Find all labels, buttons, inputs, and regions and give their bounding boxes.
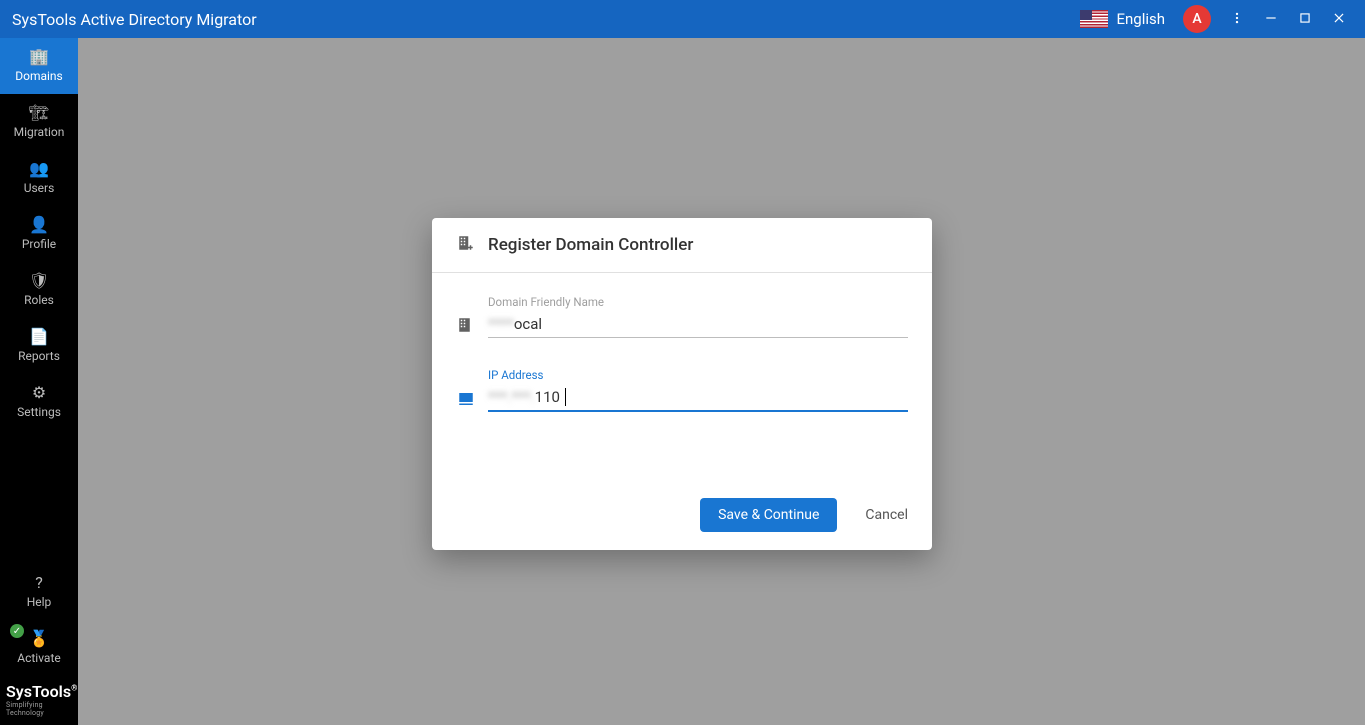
domain-name-field: Domain Friendly Name ****ocal	[456, 295, 908, 338]
domain-name-visible: ocal	[514, 315, 542, 333]
sidebar-item-help[interactable]: ? Help	[0, 564, 78, 620]
register-domain-modal: Register Domain Controller Domain Friend…	[432, 218, 932, 550]
brand-sub: Simplifying Technology	[6, 701, 78, 717]
sidebar-item-label: Reports	[18, 349, 60, 363]
maximize-icon[interactable]	[1297, 10, 1313, 29]
sidebar-item-label: Activate	[17, 651, 61, 665]
computer-icon	[456, 390, 476, 412]
sidebar-item-label: Migration	[14, 125, 65, 139]
modal-footer: Save & Continue Cancel	[432, 482, 932, 550]
sidebar: 🏢 Domains 🏗 Migration 👥 Users 👤 Profile …	[0, 38, 78, 725]
sidebar-item-profile[interactable]: 👤 Profile	[0, 206, 78, 262]
gear-icon: ⚙	[32, 385, 46, 401]
role-icon: 🛡	[29, 273, 49, 289]
badge-icon: 🏅	[29, 631, 49, 647]
sidebar-item-roles[interactable]: 🛡 Roles	[0, 262, 78, 318]
sidebar-item-label: Roles	[24, 293, 54, 307]
app-title: SysTools Active Directory Migrator	[12, 10, 257, 29]
brand-main: SysTools	[6, 682, 71, 701]
file-icon: 📄	[29, 329, 49, 345]
sidebar-item-label: Profile	[22, 237, 56, 251]
building-icon	[456, 316, 476, 338]
close-icon[interactable]	[1331, 10, 1347, 29]
save-continue-button[interactable]: Save & Continue	[700, 498, 837, 532]
users-icon: 👥	[29, 161, 49, 177]
titlebar: SysTools Active Directory Migrator Engli…	[0, 0, 1365, 38]
sidebar-item-label: Help	[27, 595, 52, 609]
language-selector[interactable]: English	[1080, 10, 1165, 28]
sidebar-item-migration[interactable]: 🏗 Migration	[0, 94, 78, 150]
sidebar-item-users[interactable]: 👥 Users	[0, 150, 78, 206]
person-icon: 👤	[29, 217, 49, 233]
domain-name-label: Domain Friendly Name	[488, 295, 908, 309]
modal-title: Register Domain Controller	[488, 235, 693, 255]
sidebar-item-settings[interactable]: ⚙ Settings	[0, 374, 78, 430]
building-icon: 🏢	[29, 49, 49, 65]
building-add-icon	[456, 234, 476, 256]
domain-name-hidden-prefix: ****	[488, 315, 514, 333]
flag-icon	[1080, 10, 1108, 28]
sidebar-item-activate[interactable]: ✓ 🏅 Activate	[0, 620, 78, 676]
sidebar-item-domains[interactable]: 🏢 Domains	[0, 38, 78, 94]
check-badge-icon: ✓	[10, 624, 24, 638]
avatar-letter: A	[1192, 11, 1201, 27]
text-cursor	[561, 388, 566, 406]
question-icon: ?	[35, 575, 43, 591]
more-icon[interactable]	[1229, 10, 1245, 29]
sidebar-spacer	[0, 430, 78, 564]
sidebar-item-label: Settings	[17, 405, 61, 419]
sidebar-item-label: Domains	[15, 69, 63, 83]
domain-name-input[interactable]: ****ocal	[488, 311, 908, 338]
cancel-button[interactable]: Cancel	[865, 507, 908, 523]
avatar[interactable]: A	[1183, 5, 1211, 33]
ip-address-field: IP Address ***.***.110	[456, 368, 908, 412]
ip-address-input[interactable]: ***.***.110	[488, 384, 908, 412]
sidebar-item-label: Users	[24, 181, 55, 195]
brand: SysTools® Simplifying Technology	[0, 676, 78, 725]
minimize-icon[interactable]	[1263, 10, 1279, 29]
sidebar-item-reports[interactable]: 📄 Reports	[0, 318, 78, 374]
ip-address-visible: 110	[535, 388, 560, 406]
ip-address-hidden-prefix: ***.***.	[488, 388, 535, 406]
titlebar-right: English A	[1080, 5, 1365, 33]
trademark-icon: ®	[71, 684, 77, 693]
modal-header: Register Domain Controller	[432, 218, 932, 273]
modal-body: Domain Friendly Name ****ocal IP Address…	[432, 273, 932, 482]
ip-address-label: IP Address	[488, 368, 908, 382]
language-label: English	[1116, 10, 1165, 28]
building-plus-icon: 🏗	[29, 105, 49, 121]
